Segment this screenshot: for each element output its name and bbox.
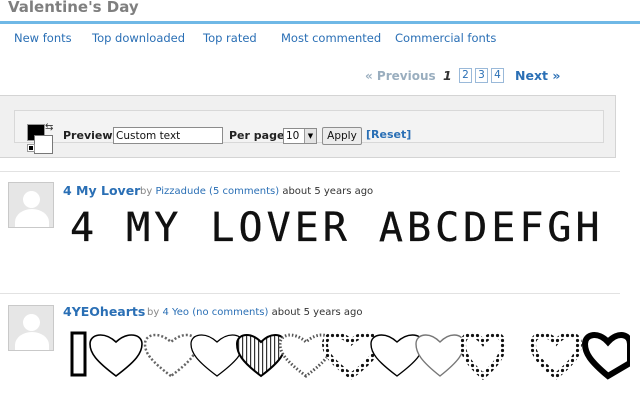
nav-new-fonts[interactable]: New fonts [14,31,72,45]
by-text: by [147,307,160,318]
title-rule [0,21,640,24]
current-page: 1 [443,68,452,83]
avatar-head-shape [23,191,40,208]
font-preview-sample[interactable]: 4 MY LOVER ABCDEFGH [70,205,604,251]
author-link[interactable]: 4 Yeo [162,307,189,318]
avatar[interactable] [8,182,54,228]
chevron-down-icon[interactable]: ▼ [304,129,316,143]
per-page-value: 10 [286,130,300,142]
author-link[interactable]: Pizzadude [155,186,205,197]
entry-divider [0,293,620,294]
font-preview-hearts[interactable] [70,328,630,380]
avatar[interactable] [8,305,54,351]
avatar-body-shape [15,209,49,227]
nav-most-commented[interactable]: Most commented [281,31,381,45]
preview-label: Preview: [63,129,117,142]
entry-divider [0,171,620,172]
per-page-label: Per page: [229,129,289,142]
timestamp: about 5 years ago [282,186,374,197]
reset-link[interactable]: [Reset] [366,128,411,141]
timestamp: about 5 years ago [271,307,363,318]
heart-glyph [190,334,244,377]
previous-link: « Previous [365,69,436,83]
font-nav: New fonts Top downloaded Top rated Most … [0,31,640,47]
nav-top-downloaded[interactable]: Top downloaded [92,31,185,45]
heart-glyph [235,334,287,378]
nav-commercial-fonts[interactable]: Commercial fonts [395,31,496,45]
pagination: « Previous 1 2 3 4 Next » [0,68,640,86]
page-title: Valentine's Day [8,0,139,16]
heart-glyph [143,333,199,378]
avatar-head-shape [23,314,40,331]
avatar-body-shape [15,332,49,350]
preview-toolbar [0,95,616,158]
per-page-select[interactable]: 10 ▼ [283,128,317,144]
color-picker[interactable]: ⇆ [26,122,54,155]
font-meta: by Pizzadude (5 comments) about 5 years … [140,186,373,197]
heart-glyph [415,334,465,377]
page-4-link[interactable]: 4 [491,68,504,83]
reset-colors-icon[interactable] [27,144,35,152]
heart-glyph [89,334,143,378]
heart-glyph [321,332,381,380]
apply-button[interactable]: Apply [322,127,362,145]
comments-link[interactable]: (5 comments) [209,186,279,197]
preview-text-input[interactable] [113,127,223,144]
comments-link[interactable]: (no comments) [192,307,268,318]
nav-top-rated[interactable]: Top rated [203,31,257,45]
font-name-link[interactable]: 4YEOhearts [63,304,145,319]
next-link[interactable]: Next » [515,68,560,83]
font-meta: by 4 Yeo (no comments) about 5 years ago [147,307,362,318]
by-text: by [140,186,153,197]
heart-glyph [581,332,630,380]
swap-colors-icon[interactable]: ⇆ [45,122,53,133]
heart-glyph [529,332,583,380]
heart-glyph [459,332,507,380]
page-3-link[interactable]: 3 [475,68,488,83]
heart-glyph [70,331,87,377]
font-name-link[interactable]: 4 My Lover [63,183,140,198]
heart-glyph [370,334,424,377]
background-color-swatch[interactable] [34,135,53,154]
page-2-link[interactable]: 2 [459,68,472,83]
